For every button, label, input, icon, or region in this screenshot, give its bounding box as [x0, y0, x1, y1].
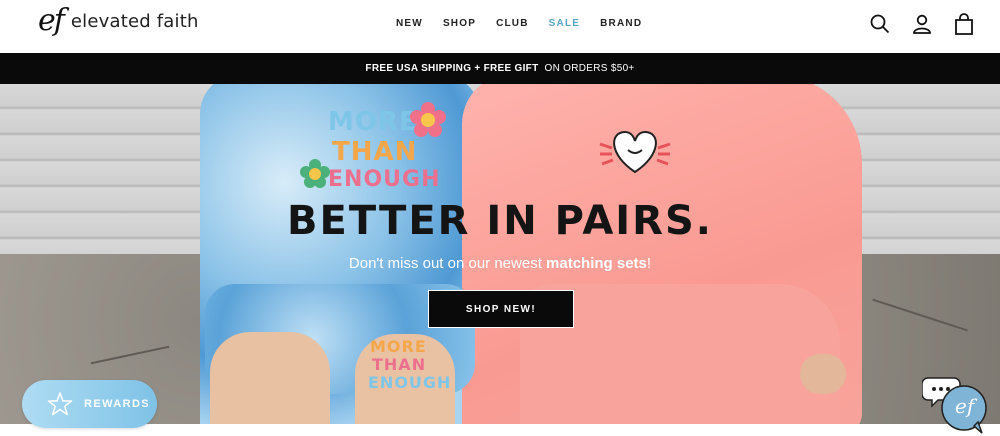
search-icon[interactable]	[870, 13, 890, 35]
flower-icon	[410, 102, 446, 137]
nav-item-sale[interactable]: SALE	[549, 18, 580, 29]
chat-avatar-mark: ef	[955, 394, 975, 418]
hero-subtitle: Don't miss out on our newest matching se…	[0, 255, 1000, 272]
nav-item-new[interactable]: NEW	[396, 18, 423, 29]
hero-banner[interactable]: MORE THAN ENOUGH MORE THAN ENOUGH BETTER…	[0, 84, 1000, 424]
logo-mark: ef	[38, 3, 65, 38]
nav-item-club[interactable]: CLUB	[496, 18, 529, 29]
leg-left	[210, 332, 330, 424]
shirt-graphic-line-2: THAN	[332, 137, 418, 167]
shorts-graphic-line-2: THAN	[372, 355, 427, 374]
nav-item-shop[interactable]: SHOP	[443, 18, 476, 29]
rewards-button[interactable]: REWARDS	[22, 380, 157, 428]
shop-new-button[interactable]: SHOP NEW!	[428, 290, 574, 328]
hero-title: BETTER IN PAIRS.	[287, 198, 713, 244]
shorts-graphic-line-3: ENOUGH	[368, 373, 452, 392]
logo-wordmark: elevated faith	[70, 10, 199, 32]
announcement-light: ON ORDERS $50+	[544, 63, 635, 74]
header-actions	[870, 13, 974, 35]
shirt-graphic-line-3: ENOUGH	[328, 167, 441, 192]
hand	[800, 354, 846, 394]
hero-subtitle-emphasis: matching sets	[546, 255, 647, 272]
hero-subtitle-end: !	[646, 255, 652, 272]
star-icon	[40, 384, 80, 424]
chat-widget[interactable]: ef	[921, 372, 988, 434]
rewards-label: REWARDS	[84, 398, 151, 410]
shorts-graphic-line-1: MORE	[370, 337, 427, 356]
page-bottom-strip	[0, 424, 1000, 436]
heart-face-icon	[599, 130, 671, 174]
cart-icon[interactable]	[954, 13, 974, 35]
announcement-bar: FREE USA SHIPPING + FREE GIFT ON ORDERS …	[0, 53, 1000, 84]
announcement-strong: FREE USA SHIPPING + FREE GIFT	[365, 63, 539, 74]
brand-logo[interactable]: ef elevated faith	[38, 6, 199, 36]
hero-subtitle-text: Don't miss out on our newest	[348, 255, 547, 272]
account-icon[interactable]	[912, 13, 932, 35]
nav-item-brand[interactable]: BRAND	[600, 18, 642, 29]
shirt-graphic-line-1: MORE	[328, 107, 418, 137]
flower-icon	[300, 159, 330, 188]
site-header: ef elevated faith NEW SHOP CLUB SALE BRA…	[0, 0, 1000, 53]
main-nav: NEW SHOP CLUB SALE BRAND	[396, 18, 642, 29]
